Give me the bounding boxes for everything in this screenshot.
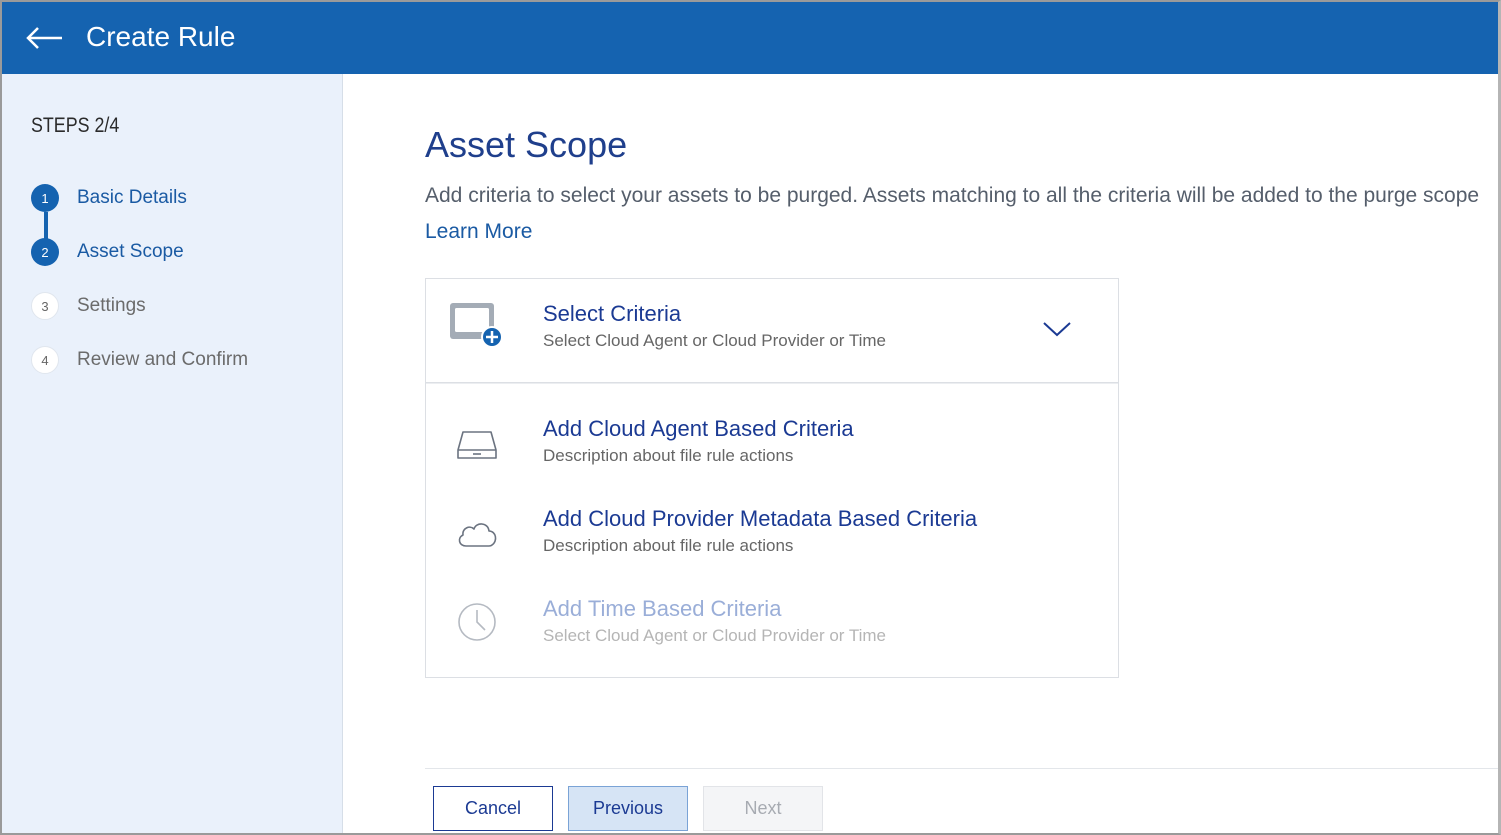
step-number: 2: [31, 238, 59, 266]
select-criteria-title: Select Criteria: [543, 301, 682, 326]
option-time-criteria: Add Time Based Criteria Select Cloud Age…: [426, 596, 1118, 666]
option-description: Select Cloud Agent or Cloud Provider or …: [543, 626, 887, 645]
criteria-card: Select Criteria Select Cloud Agent or Cl…: [425, 278, 1119, 678]
option-title: Add Time Based Criteria: [543, 596, 782, 621]
description-text: Add criteria to select your assets to be…: [425, 184, 1480, 207]
back-arrow-icon[interactable]: [22, 22, 66, 54]
next-button: Next: [703, 786, 823, 831]
chevron-down-icon[interactable]: [1042, 319, 1072, 339]
clock-icon: [458, 603, 496, 641]
previous-button[interactable]: Previous: [568, 786, 688, 831]
select-criteria-dropdown[interactable]: Select Criteria Select Cloud Agent or Cl…: [426, 279, 1118, 384]
page-header-title: Create Rule: [86, 21, 236, 52]
step-label: Settings: [77, 295, 146, 316]
main-content: Asset Scope Add criteria to select your …: [343, 74, 1498, 833]
option-title: Add Cloud Agent Based Criteria: [543, 416, 854, 441]
step-number: 4: [31, 346, 59, 374]
step-label: Asset Scope: [77, 241, 184, 262]
option-title: Add Cloud Provider Metadata Based Criter…: [543, 506, 978, 531]
step-label: Basic Details: [77, 187, 187, 208]
step-asset-scope[interactable]: 2 Asset Scope: [31, 237, 184, 267]
cancel-button[interactable]: Cancel: [433, 786, 553, 831]
learn-more-link[interactable]: Learn More: [425, 220, 532, 243]
drive-icon: [457, 431, 497, 459]
section-description: Add criteria to select your assets to be…: [425, 178, 1498, 250]
option-cloud-provider-criteria[interactable]: Add Cloud Provider Metadata Based Criter…: [426, 506, 1118, 576]
steps-sidebar: STEPS 2/4 1 Basic Details 2 Asset Scope …: [2, 74, 343, 833]
option-description: Description about file rule actions: [543, 536, 794, 555]
step-basic-details[interactable]: 1 Basic Details: [31, 183, 187, 213]
step-number: 1: [31, 184, 59, 212]
option-description: Description about file rule actions: [543, 446, 794, 465]
monitor-add-icon: [450, 303, 503, 348]
select-criteria-subtitle: Select Cloud Agent or Cloud Provider or …: [543, 331, 887, 350]
steps-counter: STEPS 2/4: [31, 114, 120, 137]
step-review-and-confirm[interactable]: 4 Review and Confirm: [31, 345, 248, 375]
step-settings[interactable]: 3 Settings: [31, 291, 146, 321]
step-label: Review and Confirm: [77, 349, 249, 370]
top-bar: Create Rule: [2, 2, 1498, 74]
option-cloud-agent-criteria[interactable]: Add Cloud Agent Based Criteria Descripti…: [426, 416, 1118, 486]
section-title: Asset Scope: [425, 124, 628, 165]
step-number: 3: [31, 292, 59, 320]
app-window: Create Rule STEPS 2/4 1 Basic Details 2 …: [0, 0, 1501, 835]
cloud-icon: [458, 523, 497, 547]
footer-divider: [425, 768, 1498, 769]
